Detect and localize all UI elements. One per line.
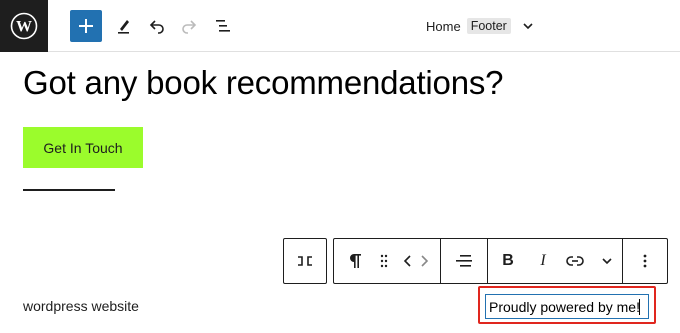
document-title-breadcrumb[interactable]: Home Footer	[426, 16, 535, 36]
chevron-down-icon[interactable]	[521, 19, 535, 33]
paragraph-button[interactable]	[334, 239, 376, 283]
drag-handle-icon	[380, 254, 388, 268]
footer-credit-text: Proudly powered by me!	[489, 298, 640, 315]
site-name[interactable]: wordpress website	[23, 298, 139, 314]
move-arrows-icon	[403, 255, 429, 267]
page-heading[interactable]: Got any book recommendations?	[23, 64, 504, 102]
separator	[23, 189, 115, 191]
block-transform-icon	[298, 256, 312, 266]
more-vertical-icon	[643, 254, 647, 268]
wordpress-logo-icon[interactable]: W	[0, 0, 48, 52]
align-button[interactable]	[441, 239, 487, 283]
svg-text:W: W	[16, 19, 32, 36]
bold-button[interactable]: B	[488, 239, 528, 283]
list-view-button[interactable]	[207, 10, 239, 42]
add-block-button[interactable]	[70, 10, 102, 42]
pilcrow-icon	[350, 254, 361, 268]
link-button[interactable]	[558, 239, 592, 283]
text-cursor	[638, 298, 640, 315]
block-transform-group	[283, 238, 327, 284]
editor-top-toolbar: W Home Footer	[0, 0, 680, 52]
template-badge: Footer	[466, 18, 511, 34]
block-options-button[interactable]	[623, 239, 667, 283]
block-toolbar: B I	[333, 238, 668, 284]
list-view-icon	[216, 20, 230, 32]
move-buttons[interactable]	[392, 239, 440, 283]
footer-credit-paragraph[interactable]: Proudly powered by me!	[485, 294, 649, 319]
undo-button[interactable]	[141, 10, 173, 42]
get-in-touch-button[interactable]: Get In Touch	[23, 127, 143, 168]
plus-icon	[79, 19, 93, 33]
drag-handle[interactable]	[376, 239, 392, 283]
breadcrumb-home: Home	[426, 18, 461, 34]
chevron-down-icon	[602, 258, 612, 265]
link-icon	[566, 256, 584, 266]
redo-icon	[182, 20, 197, 34]
redo-button[interactable]	[173, 10, 205, 42]
block-transform-button[interactable]	[284, 239, 326, 283]
italic-button[interactable]: I	[528, 239, 558, 283]
undo-icon	[149, 20, 164, 34]
pen-icon	[118, 20, 129, 34]
tools-button[interactable]	[108, 10, 140, 42]
align-icon	[456, 255, 472, 267]
more-formatting-button[interactable]	[592, 239, 622, 283]
